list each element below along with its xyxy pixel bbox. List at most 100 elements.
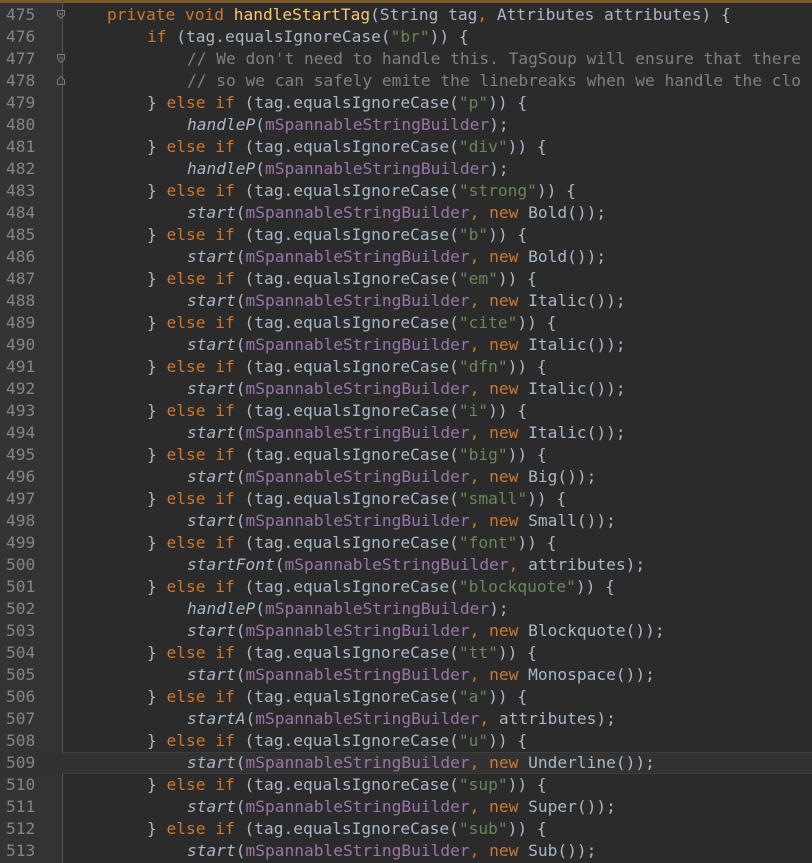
code-text[interactable]: } else if (tag.equalsIgnoreCase("div")) … <box>147 136 547 158</box>
code-text[interactable]: start(mSpannableStringBuilder, new Sub()… <box>187 840 596 862</box>
code-token-str: "big" <box>458 445 508 464</box>
code-line[interactable]: 481} else if (tag.equalsIgnoreCase("div"… <box>0 136 812 158</box>
code-text[interactable]: if (tag.equalsIgnoreCase("br")) { <box>147 26 469 48</box>
code-text[interactable]: start(mSpannableStringBuilder, new Itali… <box>187 378 626 400</box>
code-lines[interactable]: 475 private void handleStartTag(String ta… <box>0 4 812 862</box>
code-text[interactable]: } else if (tag.equalsIgnoreCase("dfn")) … <box>147 356 547 378</box>
code-token-plain: } <box>147 181 167 200</box>
code-text[interactable]: start(mSpannableStringBuilder, new Monos… <box>187 664 655 686</box>
code-line[interactable]: 500 startFont(mSpannableStringBuilder, at… <box>0 554 812 576</box>
code-text[interactable]: start(mSpannableStringBuilder, new Bold(… <box>187 246 606 268</box>
code-text[interactable]: start(mSpannableStringBuilder, new Bold(… <box>187 202 606 224</box>
code-token-kw: else if <box>166 137 245 156</box>
code-token-ital: startA <box>187 709 246 728</box>
code-text[interactable]: } else if (tag.equalsIgnoreCase("big")) … <box>147 444 547 466</box>
code-line[interactable]: 489} else if (tag.equalsIgnoreCase("cite… <box>0 312 812 334</box>
code-editor[interactable]: 475 private void handleStartTag(String ta… <box>0 0 812 863</box>
code-line[interactable]: 483} else if (tag.equalsIgnoreCase("stro… <box>0 180 812 202</box>
code-line-current[interactable]: 509 start(mSpannableStringBuilder, new Un… <box>0 752 812 774</box>
code-line[interactable]: 495} else if (tag.equalsIgnoreCase("big"… <box>0 444 812 466</box>
code-line[interactable]: 503 start(mSpannableStringBuilder, new Bl… <box>0 620 812 642</box>
code-line[interactable]: 484 start(mSpannableStringBuilder, new Bo… <box>0 202 812 224</box>
code-line[interactable]: 477 // We don't need to handle this. TagS… <box>0 48 812 70</box>
code-text[interactable]: // We don't need to handle this. TagSoup… <box>187 48 801 70</box>
code-line[interactable]: 511 start(mSpannableStringBuilder, new Su… <box>0 796 812 818</box>
code-line[interactable]: 493} else if (tag.equalsIgnoreCase("i"))… <box>0 400 812 422</box>
code-text[interactable]: handleP(mSpannableStringBuilder); <box>187 158 509 180</box>
code-text[interactable]: } else if (tag.equalsIgnoreCase("strong"… <box>147 180 576 202</box>
code-line[interactable]: 505 start(mSpannableStringBuilder, new Mo… <box>0 664 812 686</box>
code-line[interactable]: 476 if (tag.equalsIgnoreCase("br")) { <box>0 26 812 48</box>
code-token-ital: handleP <box>187 115 256 134</box>
code-token-fld: mSpannableStringBuilder <box>245 665 470 684</box>
code-line[interactable]: 485} else if (tag.equalsIgnoreCase("b"))… <box>0 224 812 246</box>
code-line[interactable]: 487} else if (tag.equalsIgnoreCase("em")… <box>0 268 812 290</box>
code-token-plain: attributes); <box>528 555 646 574</box>
code-line[interactable]: 510} else if (tag.equalsIgnoreCase("sup"… <box>0 774 812 796</box>
code-line[interactable]: 491} else if (tag.equalsIgnoreCase("dfn"… <box>0 356 812 378</box>
fold-end-icon[interactable] <box>57 75 65 85</box>
code-text[interactable]: } else if (tag.equalsIgnoreCase("em")) { <box>147 268 537 290</box>
code-text[interactable]: start(mSpannableStringBuilder, new Under… <box>187 752 655 774</box>
code-text[interactable]: } else if (tag.equalsIgnoreCase("tt")) { <box>147 642 537 664</box>
code-text[interactable]: start(mSpannableStringBuilder, new Big()… <box>187 466 596 488</box>
code-line[interactable]: 498 start(mSpannableStringBuilder, new Sm… <box>0 510 812 532</box>
code-text[interactable]: } else if (tag.equalsIgnoreCase("a")) { <box>147 686 527 708</box>
code-token-plain: )) { <box>536 181 576 200</box>
code-text[interactable]: } else if (tag.equalsIgnoreCase("p")) { <box>147 92 527 114</box>
code-text[interactable]: handleP(mSpannableStringBuilder); <box>187 598 509 620</box>
code-line[interactable]: 479} else if (tag.equalsIgnoreCase("p"))… <box>0 92 812 114</box>
code-text[interactable]: // so we can safely emite the linebreaks… <box>187 70 801 92</box>
code-token-plain: Small()); <box>528 511 616 530</box>
code-text[interactable]: } else if (tag.equalsIgnoreCase("cite"))… <box>147 312 556 334</box>
code-token-str: "font" <box>458 533 518 552</box>
code-line[interactable]: 497} else if (tag.equalsIgnoreCase("smal… <box>0 488 812 510</box>
code-text[interactable]: } else if (tag.equalsIgnoreCase("b")) { <box>147 224 527 246</box>
code-text[interactable]: start(mSpannableStringBuilder, new Small… <box>187 510 616 532</box>
code-text[interactable]: start(mSpannableStringBuilder, new Block… <box>187 620 665 642</box>
code-text[interactable]: start(mSpannableStringBuilder, new Super… <box>187 796 616 818</box>
fold-collapse-icon[interactable] <box>57 54 65 64</box>
code-line[interactable]: 508} else if (tag.equalsIgnoreCase("u"))… <box>0 730 812 752</box>
code-token-ital: start <box>187 335 236 354</box>
code-line[interactable]: 478 // so we can safely emite the linebre… <box>0 70 812 92</box>
code-text[interactable]: } else if (tag.equalsIgnoreCase("blockqu… <box>147 576 615 598</box>
code-line[interactable]: 512} else if (tag.equalsIgnoreCase("sub"… <box>0 818 812 840</box>
code-line[interactable]: 501} else if (tag.equalsIgnoreCase("bloc… <box>0 576 812 598</box>
code-text[interactable]: start(mSpannableStringBuilder, new Itali… <box>187 334 626 356</box>
code-token-plain: (tag.equalsIgnoreCase( <box>244 643 459 662</box>
code-line[interactable]: 486 start(mSpannableStringBuilder, new Bo… <box>0 246 812 268</box>
code-text[interactable]: start(mSpannableStringBuilder, new Itali… <box>187 422 626 444</box>
code-line[interactable]: 482 handleP(mSpannableStringBuilder); <box>0 158 812 180</box>
code-token-str: "cite" <box>458 313 518 332</box>
code-text[interactable]: } else if (tag.equalsIgnoreCase("sup")) … <box>147 774 547 796</box>
code-text[interactable]: } else if (tag.equalsIgnoreCase("u")) { <box>147 730 527 752</box>
code-line[interactable]: 506} else if (tag.equalsIgnoreCase("a"))… <box>0 686 812 708</box>
code-line[interactable]: 496 start(mSpannableStringBuilder, new Bi… <box>0 466 812 488</box>
code-text[interactable]: handleP(mSpannableStringBuilder); <box>187 114 509 136</box>
code-text[interactable]: startFont(mSpannableStringBuilder, attri… <box>187 554 645 576</box>
code-text[interactable]: private void handleStartTag(String tag, … <box>107 4 731 26</box>
fold-collapse-icon[interactable] <box>57 10 65 20</box>
code-text[interactable]: } else if (tag.equalsIgnoreCase("small")… <box>147 488 566 510</box>
code-line[interactable]: 504} else if (tag.equalsIgnoreCase("tt")… <box>0 642 812 664</box>
code-text[interactable]: } else if (tag.equalsIgnoreCase("font"))… <box>147 532 556 554</box>
code-token-kw: else if <box>166 533 245 552</box>
code-token-kw: new <box>489 379 529 398</box>
code-text[interactable]: } else if (tag.equalsIgnoreCase("sub")) … <box>147 818 547 840</box>
code-line[interactable]: 480 handleP(mSpannableStringBuilder); <box>0 114 812 136</box>
code-line[interactable]: 492 start(mSpannableStringBuilder, new It… <box>0 378 812 400</box>
code-line[interactable]: 502 handleP(mSpannableStringBuilder); <box>0 598 812 620</box>
code-text[interactable]: start(mSpannableStringBuilder, new Itali… <box>187 290 626 312</box>
code-line[interactable]: 475 private void handleStartTag(String ta… <box>0 4 812 26</box>
code-token-fld: mSpannableStringBuilder <box>255 709 480 728</box>
code-line[interactable]: 494 start(mSpannableStringBuilder, new It… <box>0 422 812 444</box>
code-text[interactable]: } else if (tag.equalsIgnoreCase("i")) { <box>147 400 527 422</box>
code-line[interactable]: 513 start(mSpannableStringBuilder, new Su… <box>0 840 812 862</box>
code-line[interactable]: 490 start(mSpannableStringBuilder, new It… <box>0 334 812 356</box>
code-line[interactable]: 507 startA(mSpannableStringBuilder, attri… <box>0 708 812 730</box>
code-line[interactable]: 488 start(mSpannableStringBuilder, new It… <box>0 290 812 312</box>
code-line[interactable]: 499} else if (tag.equalsIgnoreCase("font… <box>0 532 812 554</box>
code-token-str: "strong" <box>458 181 537 200</box>
code-text[interactable]: startA(mSpannableStringBuilder, attribut… <box>187 708 616 730</box>
